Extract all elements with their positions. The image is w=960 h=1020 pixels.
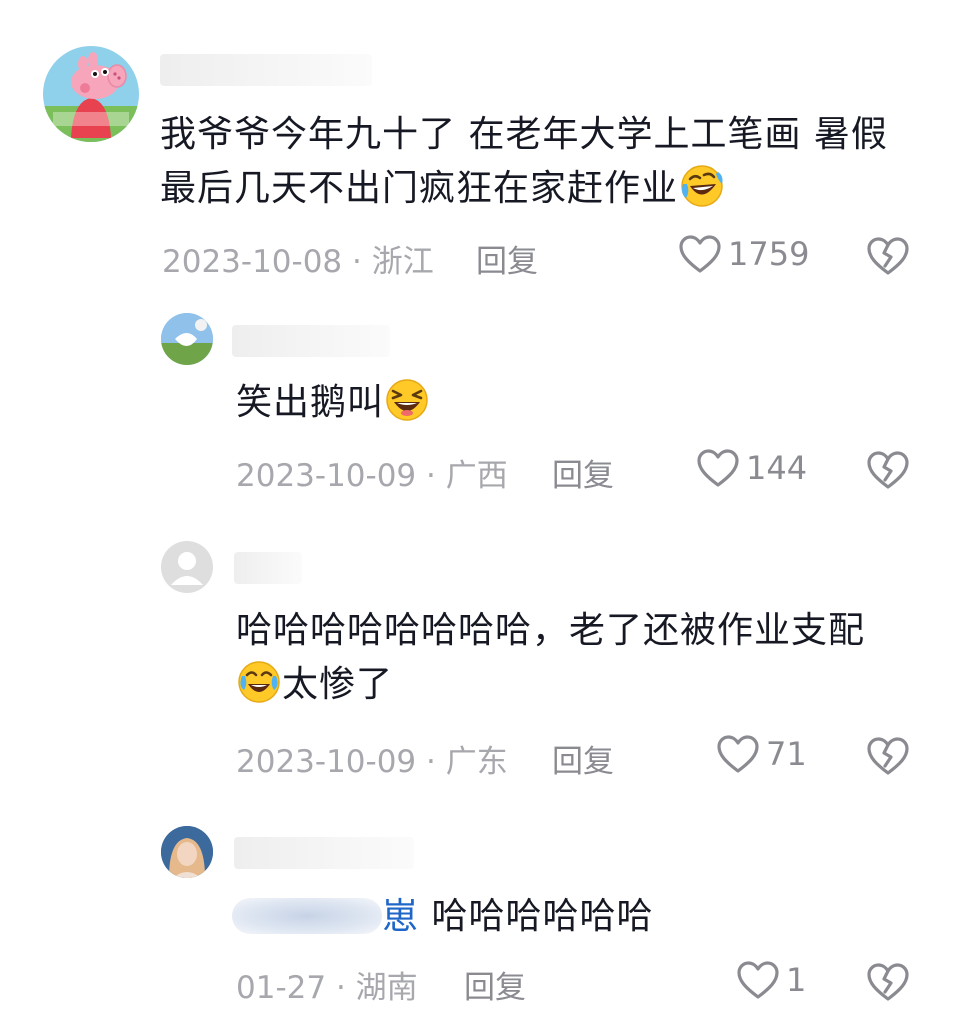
like-button[interactable]: 1759 bbox=[678, 234, 809, 274]
comment-meta: 01-27 · 湖南 bbox=[236, 962, 418, 1007]
broken-heart-icon[interactable] bbox=[866, 236, 910, 276]
comment-location: 广东 bbox=[445, 744, 508, 780]
heart-icon bbox=[736, 960, 780, 1000]
comment-text: 哈哈哈哈哈哈哈哈，老了还被作业支配 太惨了 bbox=[236, 604, 936, 712]
heart-icon bbox=[678, 234, 722, 274]
like-button[interactable]: 1 bbox=[736, 960, 806, 1000]
comment-text: 笑出鹅叫 bbox=[236, 376, 430, 430]
like-count: 1 bbox=[786, 961, 807, 999]
meta-separator: · bbox=[426, 458, 436, 494]
comment-text: 我爷爷今年九十了 在老年大学上工笔画 暑假最后几天不出门疯狂在家赶作业 bbox=[160, 108, 920, 216]
person-photo-icon bbox=[161, 826, 213, 878]
username-blurred[interactable] bbox=[160, 54, 372, 86]
comment-location: 广西 bbox=[445, 458, 508, 494]
reply-button[interactable]: 回复 bbox=[552, 736, 614, 781]
comment-text: 崽 哈哈哈哈哈哈 bbox=[232, 890, 653, 944]
comment-text-line-1: 哈哈哈哈哈哈哈哈，老了还被作业支配 bbox=[236, 610, 866, 651]
laugh-cry-tilted-emoji bbox=[681, 165, 723, 207]
laugh-cry-emoji bbox=[238, 661, 280, 703]
default-user-avatar[interactable] bbox=[161, 541, 213, 593]
comment-text-line-2: 太惨了 bbox=[236, 658, 936, 712]
user-placeholder-icon bbox=[171, 552, 203, 585]
comment-meta: 2023-10-09 · 广东 bbox=[236, 736, 508, 781]
comment-location: 浙江 bbox=[371, 244, 434, 280]
heart-icon bbox=[696, 448, 740, 488]
like-count: 1759 bbox=[728, 235, 810, 273]
comment-text-content: 我爷爷今年九十了 在老年大学上工笔画 暑假最后几天不出门疯狂在家赶作业 bbox=[160, 114, 888, 209]
comment-date: 2023-10-09 bbox=[236, 458, 417, 494]
comment-text-content: 笑出鹅叫 bbox=[236, 382, 385, 423]
comment-text-content: 哈哈哈哈哈哈 bbox=[431, 896, 654, 937]
broken-heart-icon[interactable] bbox=[866, 962, 910, 1002]
reply-button[interactable]: 回复 bbox=[464, 962, 526, 1007]
meta-separator: · bbox=[352, 244, 362, 280]
username-blurred[interactable] bbox=[234, 552, 302, 584]
meta-separator: · bbox=[335, 970, 346, 1006]
mention-tail[interactable]: 崽 bbox=[382, 896, 419, 937]
comment-meta: 2023-10-08 · 浙江 bbox=[162, 236, 434, 281]
landscape-icon bbox=[161, 313, 213, 365]
reply-button[interactable]: 回复 bbox=[552, 450, 614, 495]
reply-button[interactable]: 回复 bbox=[476, 236, 538, 281]
like-count: 144 bbox=[746, 449, 808, 487]
comment-location: 湖南 bbox=[355, 970, 418, 1006]
comment-date: 2023-10-08 bbox=[162, 244, 343, 280]
broken-heart-icon[interactable] bbox=[866, 736, 910, 776]
comment-date: 01-27 bbox=[236, 970, 327, 1006]
peppa-pig-avatar[interactable] bbox=[43, 46, 139, 142]
broken-heart-icon[interactable] bbox=[866, 450, 910, 490]
laughing-emoji bbox=[386, 379, 428, 421]
peppa-pig-icon bbox=[43, 52, 139, 142]
username-blurred[interactable] bbox=[232, 325, 390, 357]
meta-separator: · bbox=[426, 744, 436, 780]
comment-date: 2023-10-09 bbox=[236, 744, 417, 780]
username-blurred[interactable] bbox=[234, 837, 414, 869]
comment-meta: 2023-10-09 · 广西 bbox=[236, 450, 508, 495]
like-count: 71 bbox=[766, 735, 807, 773]
comment-text-tail: 太惨了 bbox=[282, 664, 394, 705]
girl-photo-avatar[interactable] bbox=[161, 826, 213, 878]
mention-blurred[interactable] bbox=[232, 898, 382, 934]
like-button[interactable]: 144 bbox=[696, 448, 807, 488]
like-button[interactable]: 71 bbox=[716, 734, 807, 774]
heart-icon bbox=[716, 734, 760, 774]
landscape-avatar[interactable] bbox=[161, 313, 213, 365]
